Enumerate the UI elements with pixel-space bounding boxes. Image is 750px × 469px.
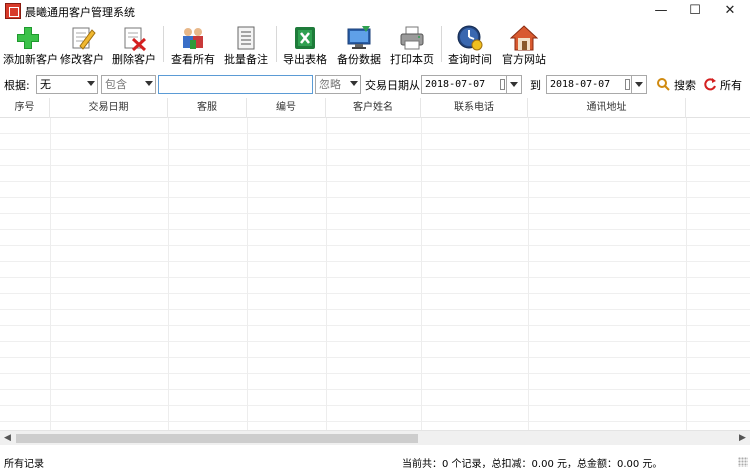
clock-icon	[456, 24, 484, 52]
date-from-picker[interactable]: 2018-07-07	[421, 75, 522, 94]
add-icon	[14, 24, 42, 52]
query-time-button[interactable]: 查询时间	[448, 24, 492, 66]
status-summary-text: 当前共：0 个记录，总扣减：0.00 元，总金额：0.00 元。	[402, 459, 663, 469]
column-divider	[421, 118, 422, 430]
delete-icon	[120, 24, 148, 52]
search-label: 搜索	[674, 79, 696, 92]
chevron-down-icon[interactable]	[631, 76, 646, 93]
title-bar: 晨曦通用客户管理系统 — ☐ ✕	[0, 0, 750, 22]
search-button[interactable]: 搜索	[656, 75, 696, 94]
delete-customer-button[interactable]: 删除客户	[112, 24, 156, 66]
filter-bar: 根据: 无 包含 忽略 交易日期从: 2018-07-07 到 2018-07-…	[0, 72, 750, 96]
calendar-icon	[500, 79, 505, 90]
excel-icon	[291, 24, 319, 52]
toolbar-separator	[276, 26, 277, 62]
backup-data-label: 备份数据	[337, 53, 381, 66]
official-website-button[interactable]: 官方网站	[502, 24, 546, 66]
export-table-button[interactable]: 导出表格	[283, 24, 327, 66]
date-to-label: 到	[530, 79, 541, 92]
column-divider	[168, 118, 169, 430]
match-select-value: 包含	[105, 78, 127, 91]
scroll-right-arrow-icon[interactable]: ▶	[735, 431, 750, 446]
all-label: 所有	[720, 79, 742, 92]
search-icon	[657, 78, 670, 91]
calendar-icon	[625, 79, 630, 90]
column-divider	[686, 118, 687, 430]
status-left-text: 所有记录	[4, 459, 44, 469]
column-header-agent[interactable]: 客服	[168, 98, 247, 118]
match-select[interactable]: 包含	[101, 75, 156, 94]
maximize-button[interactable]: ☐	[680, 0, 710, 22]
batch-notes-button[interactable]: 批量备注	[224, 24, 268, 66]
toolbar-separator	[441, 26, 442, 62]
batch-notes-label: 批量备注	[224, 53, 268, 66]
case-select-value: 忽略	[319, 78, 341, 91]
column-header-trade-date[interactable]: 交易日期	[50, 98, 168, 118]
view-all-label: 查看所有	[171, 53, 215, 66]
toolbar: 添加新客户 修改客户 删除客户 查看所有 批量备注 导出表格 备份数据 打印本页…	[0, 22, 750, 66]
table-header: 序号 交易日期 客服 编号 客户姓名 联系电话 通讯地址	[0, 98, 750, 118]
filter-label: 根据:	[4, 79, 30, 92]
notes-icon	[232, 24, 260, 52]
add-customer-label: 添加新客户	[3, 53, 58, 66]
horizontal-scrollbar[interactable]: ◀ ▶	[0, 430, 750, 445]
chevron-down-icon[interactable]	[506, 76, 521, 93]
column-divider	[326, 118, 327, 430]
official-website-label: 官方网站	[502, 53, 546, 66]
print-page-label: 打印本页	[390, 53, 434, 66]
view-all-icon	[179, 24, 207, 52]
column-divider	[50, 118, 51, 430]
show-all-button[interactable]: 所有	[703, 75, 747, 94]
field-select-value: 无	[40, 78, 51, 91]
printer-icon	[398, 24, 426, 52]
edit-customer-button[interactable]: 修改客户	[60, 24, 104, 66]
field-select[interactable]: 无	[36, 75, 98, 94]
toolbar-separator	[163, 26, 164, 62]
chevron-down-icon	[350, 81, 358, 86]
column-header-code[interactable]: 编号	[247, 98, 326, 118]
app-logo-icon	[5, 3, 21, 19]
edit-customer-label: 修改客户	[60, 53, 104, 66]
delete-customer-label: 删除客户	[112, 53, 156, 66]
column-divider	[247, 118, 248, 430]
date-to-picker[interactable]: 2018-07-07	[546, 75, 647, 94]
table-body[interactable]	[0, 118, 750, 430]
query-time-label: 查询时间	[448, 53, 492, 66]
date-from-label: 交易日期从:	[365, 79, 424, 92]
scroll-left-arrow-icon[interactable]: ◀	[0, 431, 15, 446]
scrollbar-thumb[interactable]	[16, 434, 418, 443]
close-button[interactable]: ✕	[715, 0, 745, 22]
print-page-button[interactable]: 打印本页	[390, 24, 434, 66]
backup-data-button[interactable]: 备份数据	[337, 24, 381, 66]
date-to-value: 2018-07-07	[550, 79, 611, 90]
home-icon	[509, 24, 539, 52]
column-header-address[interactable]: 通讯地址	[528, 98, 686, 118]
column-header-customer-name[interactable]: 客户姓名	[326, 98, 421, 118]
backup-icon	[345, 24, 373, 52]
minimize-button[interactable]: —	[646, 0, 676, 22]
chevron-down-icon	[145, 81, 153, 86]
case-select[interactable]: 忽略	[315, 75, 361, 94]
add-customer-button[interactable]: 添加新客户	[3, 24, 58, 66]
resize-grip-icon[interactable]	[738, 457, 748, 467]
window-title: 晨曦通用客户管理系统	[25, 6, 135, 19]
edit-icon	[68, 24, 96, 52]
date-from-value: 2018-07-07	[425, 79, 486, 90]
chevron-down-icon	[87, 81, 95, 86]
status-bar: 所有记录 当前共：0 个记录，总扣减：0.00 元，总金额：0.00 元。	[0, 451, 750, 469]
view-all-button[interactable]: 查看所有	[170, 24, 216, 66]
export-table-label: 导出表格	[283, 53, 327, 66]
column-header-phone[interactable]: 联系电话	[421, 98, 528, 118]
column-divider	[528, 118, 529, 430]
refresh-icon	[704, 78, 716, 91]
customer-table[interactable]: 序号 交易日期 客服 编号 客户姓名 联系电话 通讯地址	[0, 98, 750, 430]
keyword-input[interactable]	[158, 75, 313, 94]
column-header-index[interactable]: 序号	[0, 98, 50, 118]
